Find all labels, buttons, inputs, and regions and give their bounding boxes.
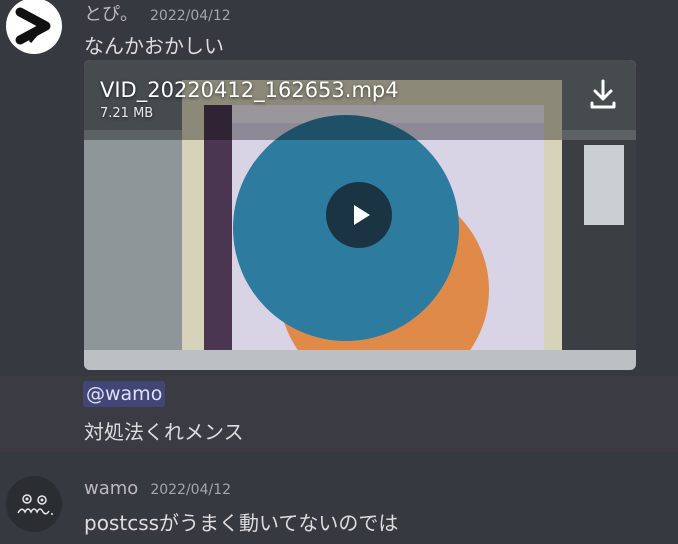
download-icon[interactable] xyxy=(588,78,618,110)
author-name[interactable]: wamo xyxy=(84,478,138,499)
message-1: とぴ。 2022/04/12 なんかおかしい VID_20220412_1626… xyxy=(0,0,678,376)
timestamp: 2022/04/12 xyxy=(150,8,231,24)
timestamp: 2022/04/12 xyxy=(150,482,232,498)
message-3: wamo 2022/04/12 postcssがうまく動いてないのでは xyxy=(0,470,678,544)
message-2: @wamo 対処法くれメンス xyxy=(0,376,678,452)
message-text: なんかおかしい xyxy=(84,34,224,58)
tobi-avatar-icon[interactable] xyxy=(6,0,62,54)
user-mention[interactable]: @wamo xyxy=(83,381,166,407)
wamo-avatar-icon[interactable] xyxy=(6,476,62,532)
video-filename[interactable]: VID_20220412_162653.mp4 xyxy=(100,78,399,102)
message-text: 対処法くれメンス xyxy=(84,420,244,444)
video-filesize: 7.21 MB xyxy=(100,106,154,121)
play-button[interactable] xyxy=(326,182,392,248)
message-text: postcssがうまく動いてないのでは xyxy=(84,511,399,535)
play-icon xyxy=(354,205,370,225)
author-name[interactable]: とぴ。 xyxy=(84,0,138,26)
video-attachment[interactable]: VID_20220412_162653.mp4 7.21 MB xyxy=(84,60,636,370)
